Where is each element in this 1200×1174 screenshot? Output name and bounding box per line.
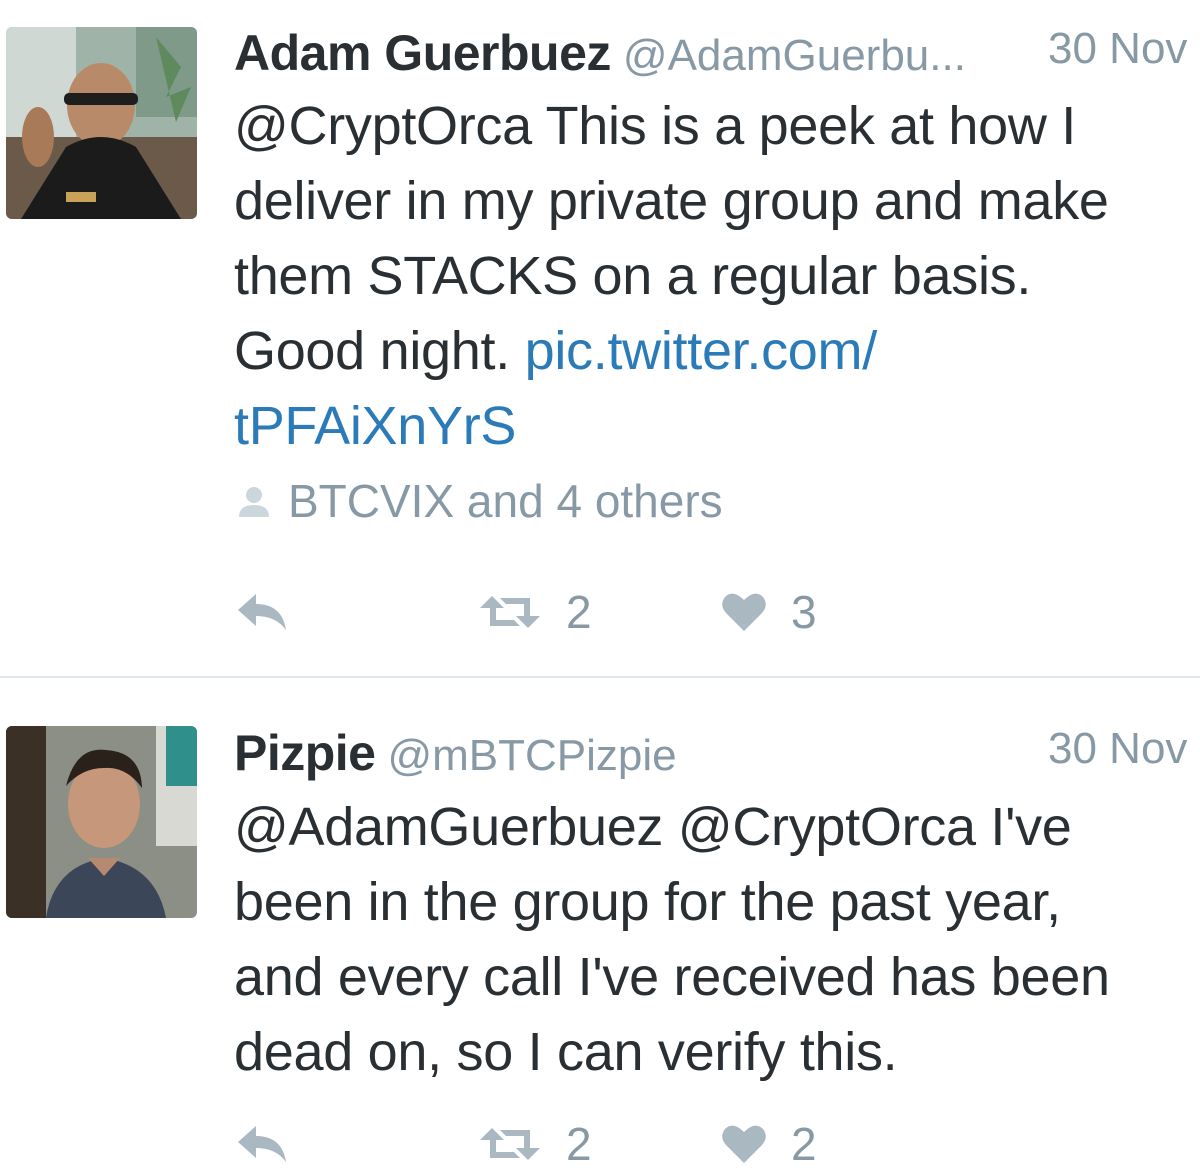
author-handle[interactable]: @AdamGuerbu... [623, 31, 966, 80]
context-text: BTCVIX and 4 others [288, 475, 723, 527]
like-button[interactable]: 2 [721, 1114, 817, 1174]
author-name[interactable]: Pizpie [234, 725, 376, 781]
tweet-actions: 2 3 [234, 582, 1200, 642]
tweet-time[interactable]: 30 Nov [1048, 724, 1187, 774]
retweet-icon [480, 596, 540, 628]
retweet-button[interactable]: 2 [478, 582, 592, 642]
tweet-time[interactable]: 30 Nov [1048, 24, 1187, 74]
pic-link-continued[interactable]: tPFAiXnYrS [234, 396, 516, 456]
tweet[interactable]: Pizpie @mBTCPizpie 30 Nov @AdamGuerbuez @… [0, 678, 1200, 1173]
avatar[interactable] [6, 27, 197, 219]
tweet-header: Pizpie @mBTCPizpie 30 Nov [234, 724, 1200, 784]
retweet-button[interactable]: 2 [478, 1114, 592, 1174]
heart-icon [722, 593, 766, 631]
tweet-text-line: @AdamGuerbuez @CryptOrca I've [234, 797, 1072, 857]
tweet-text-line: dead on, so I can verify this. [234, 1022, 898, 1082]
person-icon [239, 487, 269, 517]
tweet-text-line: them STACKS on a regular basis. [234, 246, 1032, 306]
reply-icon [238, 594, 286, 630]
avatar[interactable] [6, 726, 197, 918]
tweet-actions: 2 2 [234, 1114, 1200, 1174]
reply-button[interactable] [234, 1114, 290, 1174]
tweet[interactable]: Adam Guerbuez @AdamGuerbu... 30 Nov @Cryp… [0, 0, 1200, 676]
retweet-count: 2 [566, 586, 592, 638]
tweet-text: @AdamGuerbuez @CryptOrca I've been in th… [234, 790, 1184, 1090]
pic-link[interactable]: pic.twitter.com/ [525, 321, 878, 381]
reply-button[interactable] [234, 582, 290, 642]
like-count: 2 [791, 1118, 817, 1170]
avatar-image [6, 726, 197, 918]
tweet-text-line: been in the group for the past year, [234, 872, 1061, 932]
author-name[interactable]: Adam Guerbuez [234, 25, 611, 81]
tweet-text-segment: Good night. [234, 321, 525, 381]
like-count: 3 [791, 586, 817, 638]
heart-icon [722, 1125, 766, 1163]
author-handle[interactable]: @mBTCPizpie [387, 731, 676, 780]
tweet-text-line: deliver in my private group and make [234, 171, 1109, 231]
tweet-text-line: and every call I've received has been [234, 947, 1110, 1007]
like-button[interactable]: 3 [721, 582, 817, 642]
retweet-icon [480, 1128, 540, 1160]
tweet-text: @CryptOrca This is a peek at how I deliv… [234, 89, 1184, 464]
tweet-text-line: Good night. pic.twitter.com/ [234, 314, 1184, 389]
tweet-text-line: tPFAiXnYrS [234, 389, 1184, 464]
retweet-count: 2 [566, 1118, 592, 1170]
reply-icon [238, 1126, 286, 1162]
tweet-header: Adam Guerbuez @AdamGuerbu... 30 Nov [234, 24, 1200, 84]
tweet-text-line: @CryptOrca This is a peek at how I [234, 96, 1076, 156]
avatar-image [6, 27, 197, 219]
conversation-context[interactable]: BTCVIX and 4 others [234, 474, 723, 528]
